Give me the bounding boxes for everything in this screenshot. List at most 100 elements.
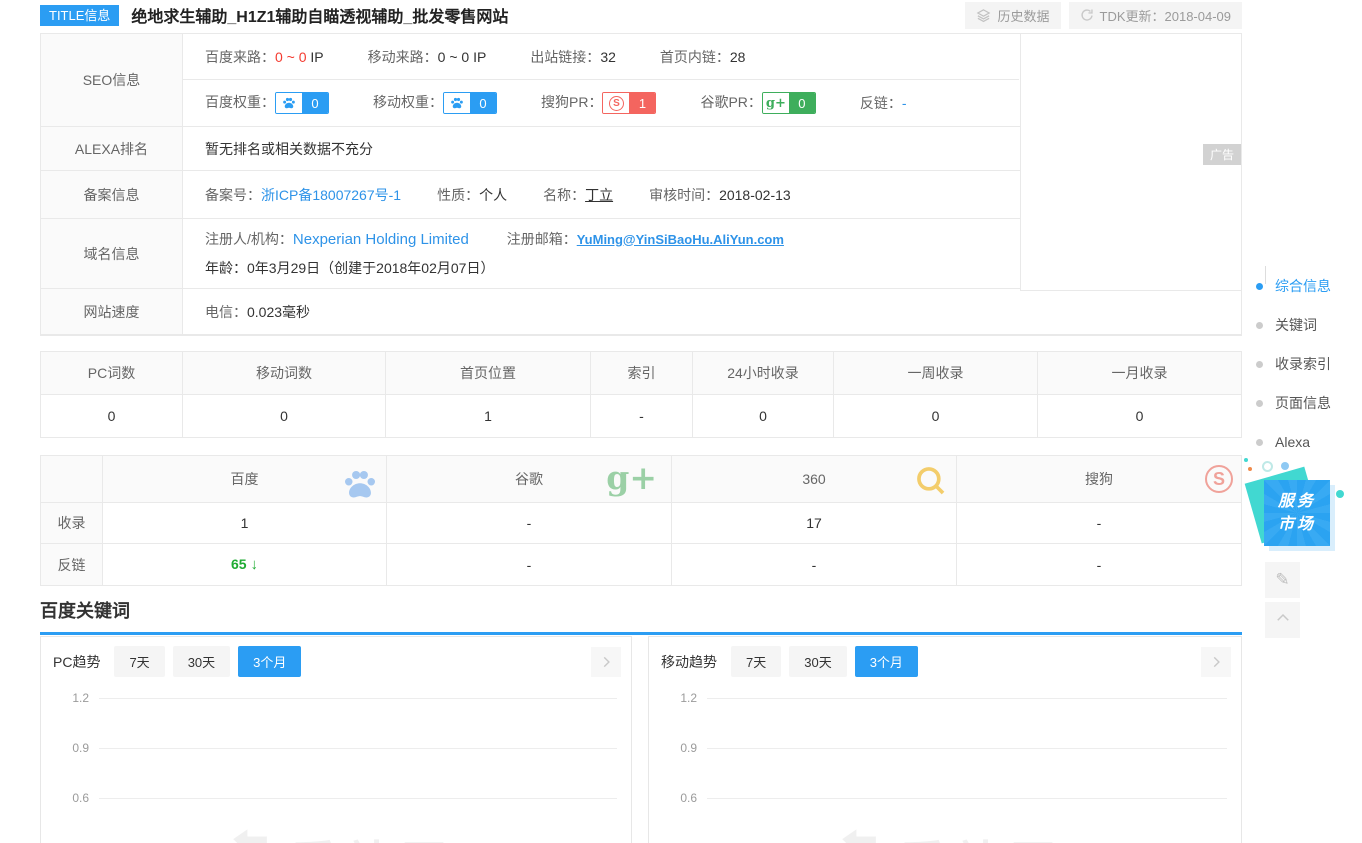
chevron-up-icon bbox=[1274, 609, 1292, 632]
refresh-icon bbox=[1080, 8, 1094, 22]
title-badge: TITLE信息 bbox=[40, 5, 119, 26]
back-to-top-button[interactable] bbox=[1265, 602, 1300, 638]
section-nav: 综合信息 关键词 收录索引 页面信息 Alexa bbox=[1256, 276, 1356, 471]
stats-value: 0 bbox=[693, 395, 834, 437]
stats-value: 0 bbox=[41, 395, 183, 437]
bullet-icon bbox=[1256, 400, 1263, 407]
alexa-value: 暂无排名或相关数据不充分 bbox=[205, 139, 1019, 159]
tab-7d[interactable]: 7天 bbox=[114, 646, 164, 677]
aizhan-watermark: 爱站网 bbox=[215, 825, 456, 843]
sidenav-item-overview[interactable]: 综合信息 bbox=[1256, 276, 1356, 296]
sidenav-item-alexa[interactable]: Alexa bbox=[1256, 432, 1356, 452]
registrant: 注册人/机构：Nexperian Holding Limited bbox=[205, 231, 469, 247]
engine-row-label: 收录 bbox=[41, 503, 103, 544]
service-market-badge[interactable]: 服务 市场 bbox=[1264, 480, 1330, 546]
outbound-links: 出站链接：32 bbox=[530, 47, 616, 67]
baidu-backlink-count[interactable]: 65 ↓ bbox=[103, 544, 387, 585]
aizhan-watermark: 爱站网 bbox=[824, 825, 1065, 843]
row-label: ALEXA排名 bbox=[41, 127, 183, 170]
so360-search-icon bbox=[914, 464, 948, 501]
service-market-widget: 服务 市场 bbox=[1240, 450, 1350, 560]
stats-value: 0 bbox=[834, 395, 1038, 437]
tab-3m[interactable]: 3个月 bbox=[855, 646, 918, 677]
tdk-update-button[interactable]: TDK更新：2018-04-09 bbox=[1069, 2, 1243, 29]
stats-header: 首页位置 bbox=[386, 352, 591, 395]
backlinks: 反链：- bbox=[860, 93, 907, 113]
aizhan-seo-page: TITLE信息 绝地求生辅助_H1Z1辅助自瞄透视辅助_批发零售网站 历史数据 … bbox=[0, 0, 1362, 843]
sidenav-item-index[interactable]: 收录索引 bbox=[1256, 354, 1356, 374]
sogou-pr[interactable]: 搜狗PR：S1 bbox=[541, 92, 656, 114]
sogou-s-icon: S bbox=[603, 93, 629, 113]
stats-value: 1 bbox=[386, 395, 591, 437]
engine-header-google: 谷歌g+ bbox=[387, 456, 672, 503]
bullet-icon bbox=[1256, 361, 1263, 368]
registrant-link[interactable]: Nexperian Holding Limited bbox=[293, 231, 469, 248]
aizhan-logo-icon bbox=[215, 825, 277, 843]
chevron-right-icon[interactable] bbox=[591, 647, 621, 677]
mobile-weight[interactable]: 移动权重：0 bbox=[373, 92, 497, 114]
pencil-icon: ✎ bbox=[1275, 570, 1289, 590]
stats-value: 0 bbox=[183, 395, 386, 437]
engine-corner-cell bbox=[41, 456, 103, 503]
mobile-trend-label: 移动趋势 bbox=[661, 652, 717, 672]
feedback-pencil-button[interactable]: ✎ bbox=[1265, 562, 1300, 598]
row-label: 网站速度 bbox=[41, 289, 183, 334]
icp-number-link[interactable]: 浙ICP备18007267号-1 bbox=[261, 187, 401, 203]
telecom-speed: 电信：0.023毫秒 bbox=[205, 302, 1241, 322]
stats-header: PC词数 bbox=[41, 352, 183, 395]
pc-trend-panel: PC趋势 7天 30天 3个月 1.2 0.9 0.6 0.3 爱站网 bbox=[40, 636, 632, 843]
sidenav-item-keywords[interactable]: 关键词 bbox=[1256, 315, 1356, 335]
homepage-internal-links: 首页内链：28 bbox=[660, 47, 746, 67]
so360-backlink-count: - bbox=[672, 544, 957, 585]
mobile-trend-panel: 移动趋势 7天 30天 3个月 1.2 0.9 0.6 0.3 爱站网 bbox=[648, 636, 1242, 843]
sogou-backlink-count: - bbox=[957, 544, 1241, 585]
tab-30d[interactable]: 30天 bbox=[789, 646, 846, 677]
tab-7d[interactable]: 7天 bbox=[731, 646, 781, 677]
row-label: SEO信息 bbox=[41, 34, 183, 126]
stats-value: 0 bbox=[1038, 395, 1241, 437]
seo-line-1: 百度来路：0 ~ 0 IP 移动来路：0 ~ 0 IP 出站链接：32 首页内链… bbox=[183, 34, 1019, 80]
speed-row: 网站速度 电信：0.023毫秒 bbox=[41, 289, 1241, 335]
sidenav-item-pageinfo[interactable]: 页面信息 bbox=[1256, 393, 1356, 413]
tab-30d[interactable]: 30天 bbox=[173, 646, 230, 677]
icp-name: 名称：丁立 bbox=[543, 185, 613, 205]
bullet-icon bbox=[1256, 439, 1263, 446]
bullet-icon bbox=[1256, 322, 1263, 329]
register-email: 注册邮箱：YuMing@YinSiBaoHu.AliYun.com bbox=[507, 231, 784, 247]
google-backlink-count: - bbox=[387, 544, 672, 585]
down-arrow-icon: ↓ bbox=[250, 556, 258, 573]
google-index-count: - bbox=[387, 503, 672, 544]
engine-row-label: 反链 bbox=[41, 544, 103, 585]
chevron-right-icon[interactable] bbox=[1201, 647, 1231, 677]
baidu-index-count[interactable]: 1 bbox=[103, 503, 387, 544]
seo-line-2: 百度权重：0 移动权重：0 搜狗PR：S1 谷歌PR：g+0 反链：- bbox=[183, 80, 1019, 126]
stats-header: 一月收录 bbox=[1038, 352, 1241, 395]
stats-header: 移动词数 bbox=[183, 352, 386, 395]
header: TITLE信息 绝地求生辅助_H1Z1辅助自瞄透视辅助_批发零售网站 历史数据 … bbox=[40, 3, 1242, 27]
stats-value: - bbox=[591, 395, 693, 437]
baidu-paw-icon bbox=[342, 466, 378, 505]
layers-icon bbox=[976, 8, 991, 23]
register-email-link[interactable]: YuMing@YinSiBaoHu.AliYun.com bbox=[577, 232, 784, 247]
engine-header-sogou: 搜狗S bbox=[957, 456, 1241, 503]
icp-name-link[interactable]: 丁立 bbox=[585, 187, 613, 203]
stats-header: 一周收录 bbox=[834, 352, 1038, 395]
baidu-weight[interactable]: 百度权重：0 bbox=[205, 92, 329, 114]
domain-age: 年龄：0年3月29日（创建于2018年02月07日） bbox=[205, 254, 1019, 283]
page-title: 绝地求生辅助_H1Z1辅助自瞄透视辅助_批发零售网站 bbox=[131, 3, 957, 27]
search-engine-table: 百度 谷歌g+ 360 搜狗S 收录 1 - 17 - 反链 65 ↓ - - … bbox=[40, 455, 1242, 586]
engine-header-baidu: 百度 bbox=[103, 456, 387, 503]
history-data-button[interactable]: 历史数据 bbox=[965, 2, 1060, 29]
google-plus-icon: g+ bbox=[763, 93, 789, 113]
ad-slot: 广告 bbox=[1020, 34, 1241, 291]
stats-header: 24小时收录 bbox=[693, 352, 834, 395]
google-pr[interactable]: 谷歌PR：g+0 bbox=[700, 92, 815, 114]
mobile-traffic: 移动来路：0 ~ 0 IP bbox=[368, 47, 487, 67]
baidu-keywords-title: 百度关键词 bbox=[40, 597, 1242, 635]
baidu-paw-icon bbox=[276, 93, 302, 113]
pc-trend-chart: 1.2 0.9 0.6 0.3 爱站网 bbox=[41, 685, 631, 843]
aizhan-logo-icon bbox=[824, 825, 886, 843]
so360-index-count[interactable]: 17 bbox=[672, 503, 957, 544]
tab-3m[interactable]: 3个月 bbox=[238, 646, 301, 677]
icp-number: 备案号：浙ICP备18007267号-1 bbox=[205, 185, 401, 205]
